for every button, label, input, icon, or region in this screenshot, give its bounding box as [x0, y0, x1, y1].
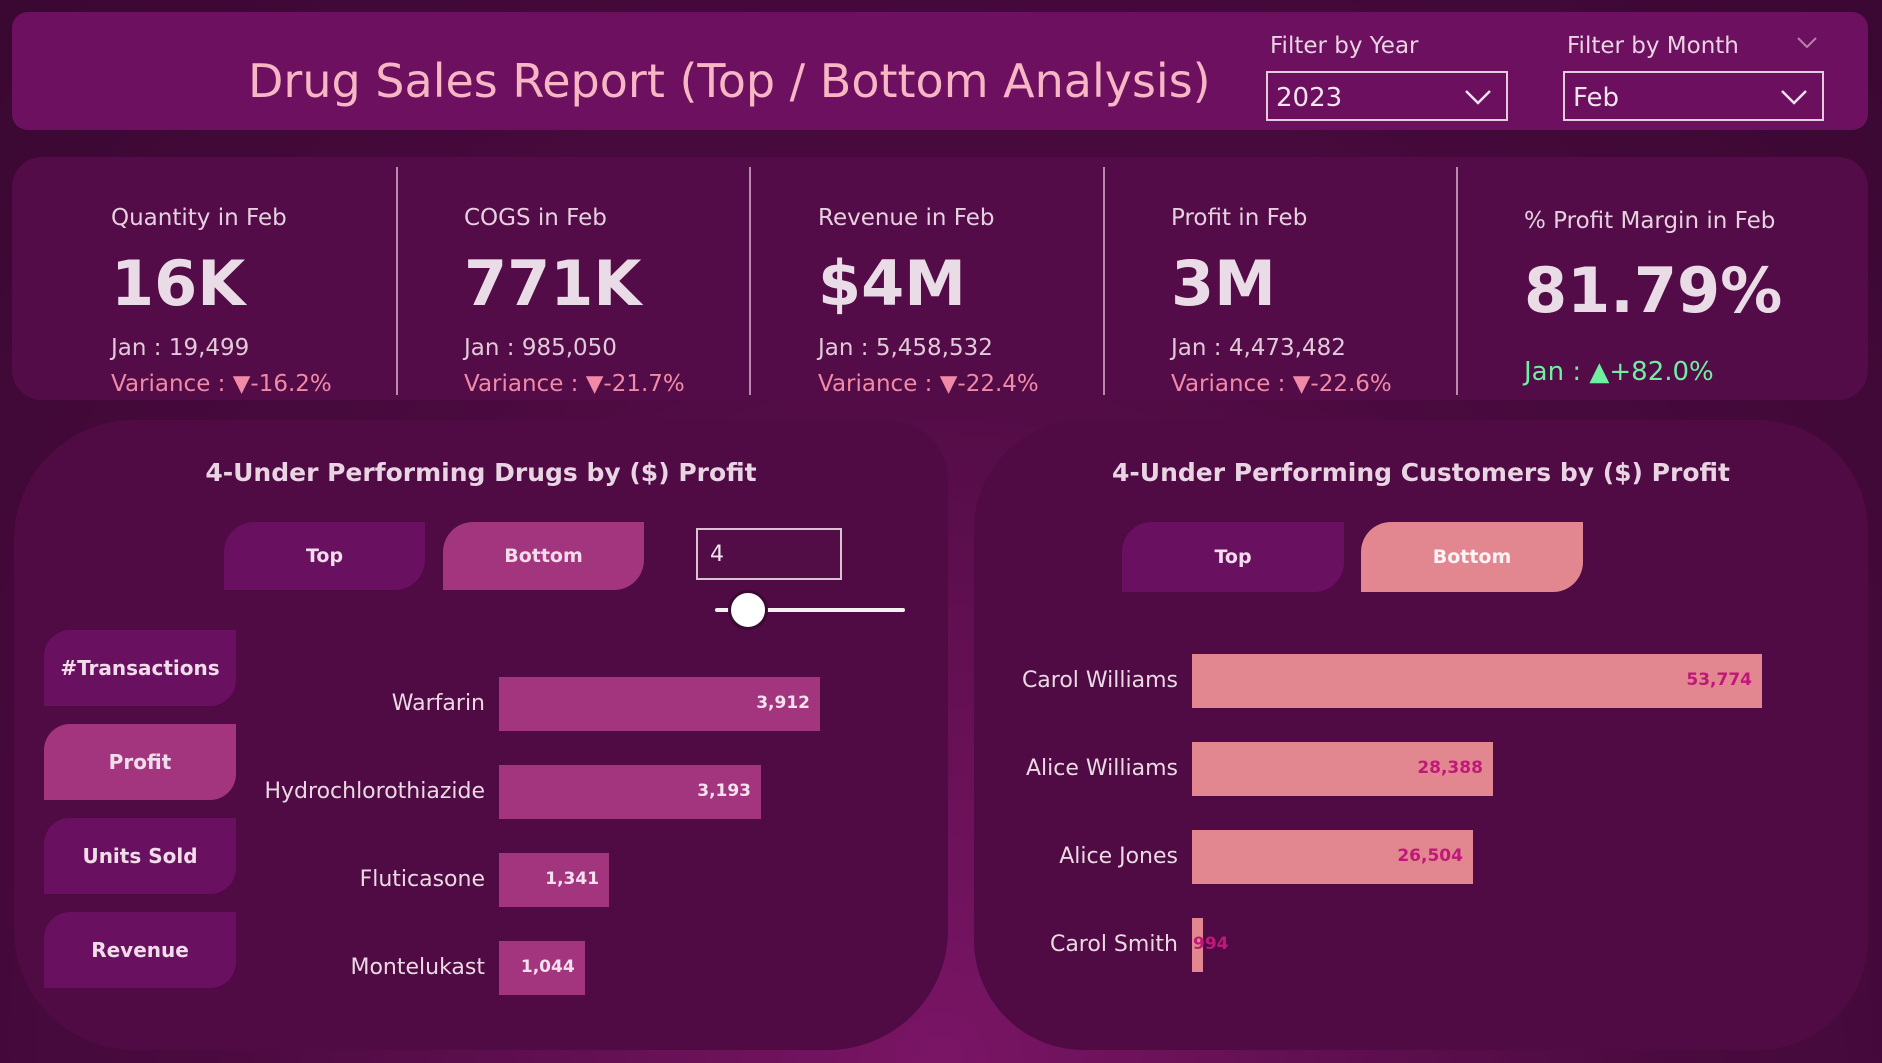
metric-label: #Transactions: [60, 656, 220, 680]
kpi-value: 3M: [1171, 247, 1276, 320]
filter-month-value: Feb: [1573, 83, 1620, 113]
kpi-previous: Jan : ▲+82.0%: [1524, 357, 1714, 387]
kpi-divider: [1103, 167, 1105, 395]
customers-card: 4-Under Performing Customers by ($) Prof…: [974, 420, 1868, 1050]
bar-category-label: Alice Williams: [1026, 756, 1178, 781]
bar-value-label: 26,504: [1397, 846, 1463, 866]
top-n-slider-handle[interactable]: [728, 590, 768, 630]
kpi-title: COGS in Feb: [464, 205, 607, 231]
kpi-variance: Variance : ▼-22.4%: [818, 371, 1039, 397]
kpi-divider: [1456, 167, 1458, 395]
filter-year-value: 2023: [1276, 83, 1343, 113]
bar-value-label: 28,388: [1417, 758, 1483, 778]
kpi-previous: Jan : 985,050: [464, 335, 617, 361]
kpi-divider: [749, 167, 751, 395]
bottom-button-label: Bottom: [504, 545, 583, 567]
metric-label: Profit: [108, 750, 172, 774]
bottom-button[interactable]: Bottom: [443, 522, 644, 590]
top-n-input[interactable]: 4: [696, 528, 842, 580]
kpi-title: Profit in Feb: [1171, 205, 1308, 231]
top-button-label: Top: [305, 545, 344, 567]
kpi-previous: Jan : 4,473,482: [1171, 335, 1346, 361]
filter-month-label: Filter by Month: [1567, 33, 1739, 59]
kpi-value: $4M: [818, 247, 966, 320]
chevron-down-icon: [1465, 90, 1491, 105]
kpi-title: % Profit Margin in Feb: [1524, 208, 1776, 234]
bar-category-label: Fluticasone: [359, 867, 485, 892]
bar-category-label: Alice Jones: [1059, 844, 1178, 869]
top-button[interactable]: Top: [1122, 522, 1344, 592]
kpi-value: 16K: [111, 247, 246, 320]
chevron-down-icon: [1781, 90, 1807, 105]
drugs-card-title: 4-Under Performing Drugs by ($) Profit: [205, 458, 757, 487]
bar-value-label: 3,193: [697, 781, 752, 801]
bar-value-label: 3,912: [756, 693, 810, 713]
metric-profit-button[interactable]: Profit: [44, 724, 236, 800]
metric-label: Revenue: [91, 938, 189, 962]
bar-category-label: Warfarin: [391, 691, 485, 716]
bar-value-label: 994: [1193, 934, 1229, 954]
kpi-variance: Variance : ▼-22.6%: [1171, 371, 1392, 397]
filter-year-dropdown[interactable]: 2023: [1266, 71, 1508, 121]
metric-label: Units Sold: [82, 844, 198, 868]
bar-category-label: Carol Smith: [1049, 932, 1178, 957]
bar-value-label: 1,341: [545, 869, 600, 889]
customers-card-title: 4-Under Performing Customers by ($) Prof…: [1112, 458, 1730, 487]
kpi-value: 771K: [464, 247, 642, 320]
drugs-card: 4-Under Performing Drugs by ($) Profit T…: [14, 420, 948, 1050]
bar-category-label: Carol Williams: [1021, 668, 1178, 693]
top-button[interactable]: Top: [224, 522, 425, 590]
metric-units-sold-button[interactable]: Units Sold: [44, 818, 236, 894]
bar-category-label: Hydrochlorothiazide: [264, 779, 485, 804]
kpi-band: Quantity in Feb 16K Jan : 19,499 Varianc…: [12, 157, 1868, 400]
bottom-button-label: Bottom: [1432, 546, 1512, 568]
filter-year-label: Filter by Year: [1270, 33, 1419, 59]
bar[interactable]: [1192, 654, 1762, 708]
page-title: Drug Sales Report (Top / Bottom Analysis…: [248, 54, 1211, 108]
kpi-variance: Variance : ▼-16.2%: [111, 371, 332, 397]
kpi-variance: Variance : ▼-21.7%: [464, 371, 685, 397]
bar-value-label: 53,774: [1686, 670, 1752, 690]
bar-value-label: 1,044: [520, 957, 575, 977]
bottom-button[interactable]: Bottom: [1361, 522, 1583, 592]
kpi-previous: Jan : 5,458,532: [818, 335, 993, 361]
top-n-value: 4: [710, 542, 724, 567]
bar-category-label: Montelukast: [350, 955, 485, 980]
metric-transactions-button[interactable]: #Transactions: [44, 630, 236, 706]
metric-revenue-button[interactable]: Revenue: [44, 912, 236, 988]
chevron-down-icon[interactable]: [1796, 36, 1818, 50]
kpi-value: 81.79%: [1524, 254, 1783, 327]
filter-month-dropdown[interactable]: Feb: [1563, 71, 1824, 121]
kpi-divider: [396, 167, 398, 395]
top-button-label: Top: [1214, 546, 1252, 568]
kpi-title: Revenue in Feb: [818, 205, 995, 231]
kpi-previous: Jan : 19,499: [111, 335, 250, 361]
kpi-title: Quantity in Feb: [111, 205, 287, 231]
